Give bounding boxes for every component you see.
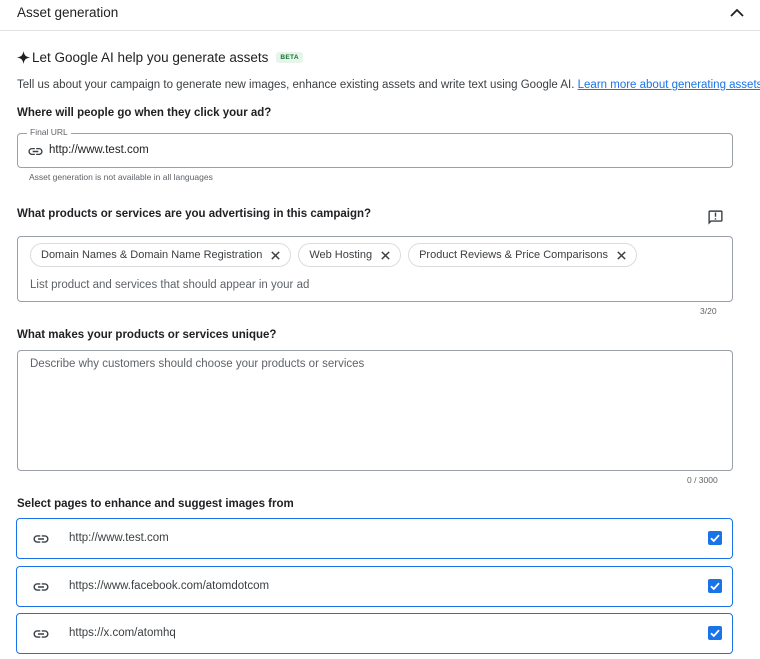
ai-heading-text: Let Google AI help you generate assets xyxy=(32,50,269,65)
intro-text: Tell us about your campaign to generate … xyxy=(17,79,760,91)
sparkle-icon xyxy=(17,51,30,64)
link-icon xyxy=(33,630,49,638)
final-url-question: Where will people go when they click you… xyxy=(17,107,272,119)
page-checkbox[interactable] xyxy=(708,531,722,545)
page-option[interactable]: http://www.test.com xyxy=(16,518,733,559)
products-counter: 3/20 xyxy=(700,306,717,316)
product-chip[interactable]: Domain Names & Domain Name Registration xyxy=(30,243,292,267)
chip-label: Domain Names & Domain Name Registration xyxy=(41,249,263,261)
ai-heading: Let Google AI help you generate assets B… xyxy=(17,50,303,65)
unique-placeholder: Describe why customers should choose you… xyxy=(30,358,365,370)
page-url: http://www.test.com xyxy=(69,532,169,544)
final-url-helper: Asset generation is not available in all… xyxy=(29,172,213,182)
final-url-value: http://www.test.com xyxy=(49,144,149,156)
chevron-up-icon[interactable] xyxy=(727,4,747,22)
chip-label: Product Reviews & Price Comparisons xyxy=(419,249,608,261)
page-checkbox[interactable] xyxy=(708,626,722,640)
final-url-field[interactable]: Final URL http://www.test.com xyxy=(17,127,733,168)
link-icon xyxy=(33,583,49,591)
product-chips: Domain Names & Domain Name Registration … xyxy=(30,243,637,267)
section-title: Asset generation xyxy=(17,5,119,20)
products-input[interactable]: Domain Names & Domain Name Registration … xyxy=(17,236,733,302)
products-question: What products or services are you advert… xyxy=(17,208,372,220)
chip-label: Web Hosting xyxy=(309,249,373,261)
page-url: https://x.com/atomhq xyxy=(69,627,176,639)
beta-badge: BETA xyxy=(276,52,303,63)
section-header[interactable]: Asset generation xyxy=(0,0,760,31)
product-chip[interactable]: Product Reviews & Price Comparisons xyxy=(408,243,637,267)
unique-counter: 0 / 3000 xyxy=(687,475,718,485)
page-option[interactable]: https://www.facebook.com/atomdotcom xyxy=(16,566,733,607)
products-placeholder: List product and services that should ap… xyxy=(30,279,310,291)
learn-more-link[interactable]: Learn more about generating assets xyxy=(578,79,760,91)
page-checkbox[interactable] xyxy=(708,579,722,593)
close-icon[interactable] xyxy=(270,250,281,261)
checkbox-checked-icon xyxy=(710,582,720,591)
checkbox-checked-icon xyxy=(710,534,720,543)
close-icon[interactable] xyxy=(380,250,391,261)
close-icon[interactable] xyxy=(616,250,627,261)
pages-question: Select pages to enhance and suggest imag… xyxy=(17,498,294,510)
page-option[interactable]: https://x.com/atomhq xyxy=(16,613,733,654)
final-url-label: Final URL xyxy=(27,127,71,137)
page-url: https://www.facebook.com/atomdotcom xyxy=(69,580,270,592)
link-icon xyxy=(28,147,43,156)
unique-question: What makes your products or services uni… xyxy=(17,329,277,341)
unique-textarea[interactable]: Describe why customers should choose you… xyxy=(17,350,733,471)
intro-body: Tell us about your campaign to generate … xyxy=(17,79,578,91)
link-icon xyxy=(33,535,49,543)
checkbox-checked-icon xyxy=(710,629,720,638)
product-chip[interactable]: Web Hosting xyxy=(298,243,402,267)
feedback-icon[interactable] xyxy=(707,209,724,226)
